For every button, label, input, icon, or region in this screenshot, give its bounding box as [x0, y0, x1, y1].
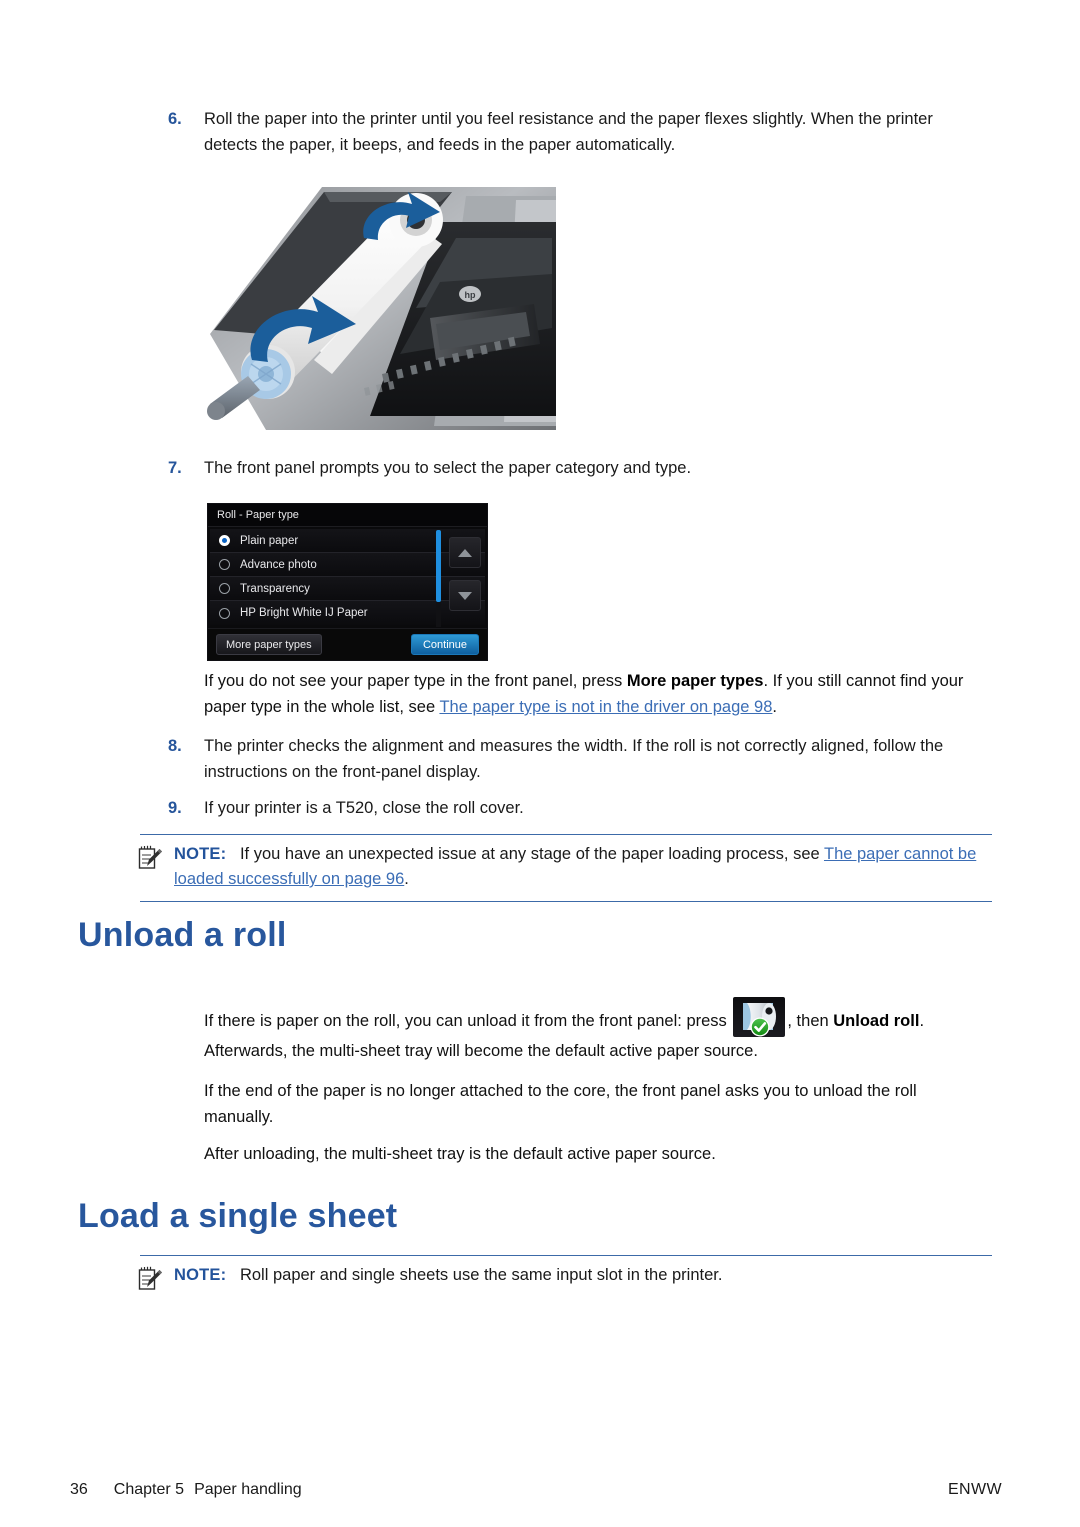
more-paper-types-paragraph: If you do not see your paper type in the… — [204, 668, 990, 720]
step-8-text: The printer checks the alignment and mea… — [204, 737, 944, 781]
note-body: If you have an unexpected issue at any s… — [174, 845, 976, 888]
heading-load-a-single-sheet: Load a single sheet — [78, 1197, 398, 1235]
ptp-part1: If you do not see your paper type in the… — [204, 672, 627, 690]
ptp-part3: . — [772, 698, 777, 716]
option-label: Plain paper — [240, 534, 299, 547]
step-9-number: 9. — [168, 799, 182, 817]
footer-right-enww: ENWW — [947, 1481, 1002, 1498]
more-paper-types-button[interactable]: More paper types — [216, 634, 322, 655]
note-text-single-sheet: Roll paper and single sheets use the sam… — [239, 1266, 723, 1284]
panel-footer: More paper types Continue — [208, 628, 487, 660]
option-label: Advance photo — [240, 558, 317, 571]
printer-roll-loading-photo: hp — [204, 178, 556, 436]
step-8: 8. The printer checks the alignment and … — [168, 733, 990, 793]
note-label: NOTE: — [174, 1266, 227, 1284]
paper-type-option-hp-bright-white-ij-paper[interactable]: HP Bright White IJ Paper — [210, 601, 485, 625]
step-6-text: Roll the paper into the printer until yo… — [204, 110, 933, 154]
footer-chapter: Chapter 5 — [113, 1481, 185, 1498]
list-scrollbar[interactable] — [436, 530, 441, 627]
page-footer: 36 Chapter 5 Paper handling ENWW — [0, 1465, 1080, 1527]
note-part2: . — [404, 870, 409, 888]
svg-text:hp: hp — [465, 290, 476, 300]
scrollbar-thumb[interactable] — [436, 530, 441, 602]
unload-p1-part2: , then — [787, 1012, 834, 1030]
footer-left: 36 Chapter 5 Paper handling — [70, 1481, 302, 1499]
footer-page-number: 36 — [70, 1481, 88, 1498]
link-paper-type-not-in-driver[interactable]: The paper type is not in the driver on p… — [439, 698, 772, 716]
chevron-down-icon — [458, 591, 472, 600]
radio-icon — [219, 607, 230, 619]
radio-icon — [219, 559, 230, 570]
panel-title: Roll - Paper type — [208, 504, 487, 527]
step-9: 9. If your printer is a T520, close the … — [168, 795, 990, 829]
note-part1: If you have an unexpected issue at any s… — [239, 845, 824, 863]
unload-roll-paragraph-4: After unloading, the multi-sheet tray is… — [204, 1145, 716, 1163]
radio-icon — [219, 583, 230, 594]
front-panel-paper-type-dialog: Roll - Paper type Plain paper Advance ph… — [207, 503, 488, 661]
unload-p1-part3: . — [919, 1012, 925, 1030]
note-body: Roll paper and single sheets use the sam… — [231, 1266, 723, 1284]
scroll-arrow-group — [449, 537, 481, 613]
paper-type-option-transparency[interactable]: Transparency — [210, 577, 485, 601]
chevron-up-icon — [458, 548, 472, 557]
step-7-text: The front panel prompts you to select th… — [204, 459, 692, 477]
ptp-bold-more-paper-types: More paper types — [626, 672, 764, 690]
note-single-sheet: NOTE: Roll paper and single sheets use t… — [138, 1255, 992, 1297]
unload-p1-part1: If there is paper on the roll, you can u… — [204, 1012, 732, 1030]
unload-roll-paragraph-3: If the end of the paper is no longer att… — [204, 1082, 917, 1126]
note-pencil-icon — [136, 844, 164, 872]
paper-type-option-plain-paper[interactable]: Plain paper — [210, 529, 485, 553]
footer-chapter-title: Paper handling — [194, 1481, 302, 1498]
option-label: HP Bright White IJ Paper — [240, 607, 368, 619]
unload-roll-paragraph-1: If there is paper on the roll, you can u… — [204, 997, 990, 1037]
paper-type-option-advance-photo[interactable]: Advance photo — [210, 553, 485, 577]
step-7: 7. The front panel prompts you to select… — [168, 455, 990, 489]
document-page: 6. Roll the paper into the printer until… — [0, 0, 1080, 1527]
step-6-number: 6. — [168, 110, 182, 128]
step-9-text: If your printer is a T520, close the rol… — [204, 799, 524, 817]
paper-type-list[interactable]: Plain paper Advance photo Transparency H… — [210, 529, 485, 628]
note-pencil-icon — [136, 1265, 164, 1293]
radio-selected-icon — [219, 535, 230, 546]
option-label: Transparency — [240, 582, 310, 595]
heading-unload-a-roll: Unload a roll — [78, 916, 287, 954]
continue-button[interactable]: Continue — [410, 634, 479, 655]
step-6: 6. Roll the paper into the printer until… — [168, 106, 990, 166]
scroll-down-button[interactable] — [449, 580, 481, 611]
unload-p1-bold: Unload roll — [833, 1012, 920, 1030]
unload-roll-paragraph-2: Afterwards, the multi-sheet tray will be… — [204, 1042, 758, 1060]
scroll-up-button[interactable] — [449, 537, 481, 568]
paper-roll-status-icon[interactable] — [733, 997, 786, 1037]
step-8-number: 8. — [168, 737, 182, 755]
note-label: NOTE: — [174, 845, 227, 863]
note-paper-loading: NOTE: If you have an unexpected issue at… — [138, 834, 992, 902]
step-7-number: 7. — [168, 459, 182, 477]
